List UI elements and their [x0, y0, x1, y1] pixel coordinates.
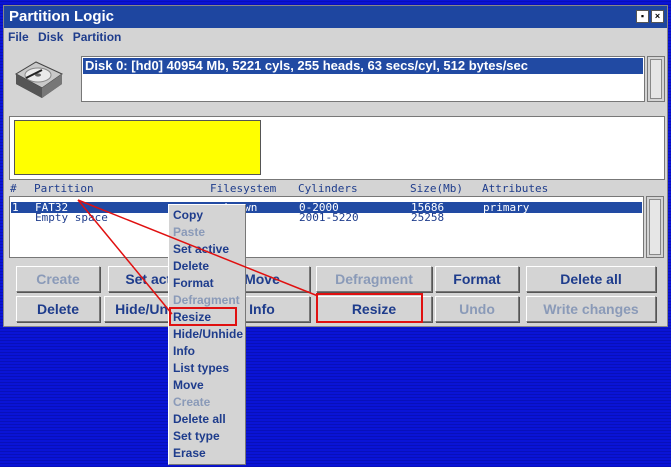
annotation-arrow-line [77, 199, 319, 297]
annotation-arrow-line [77, 199, 173, 315]
annotation-arrows [77, 199, 319, 315]
